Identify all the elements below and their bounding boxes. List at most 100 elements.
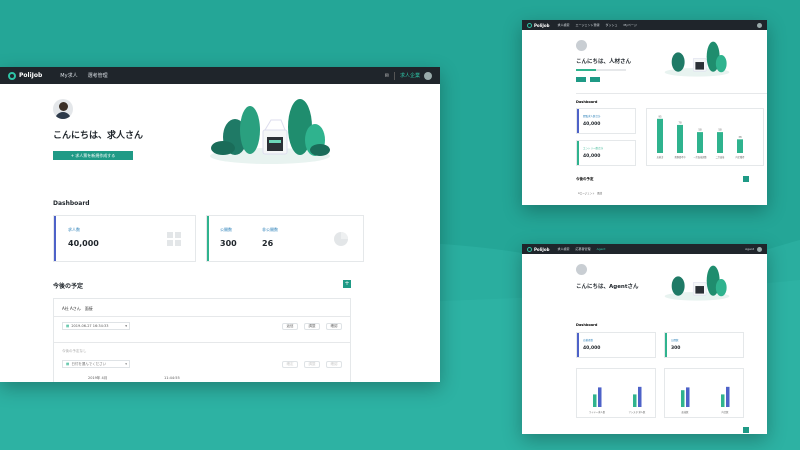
add-schedule-button[interactable] bbox=[743, 176, 749, 182]
logo-icon bbox=[527, 22, 532, 28]
grid-icon bbox=[167, 232, 181, 246]
agent-chart-right: 面接数 内定数 bbox=[664, 368, 744, 418]
agent-chart-left: ワイヤー求人数 アシスタ 求人数 bbox=[576, 368, 656, 418]
nav-3[interactable]: Agent bbox=[597, 247, 606, 251]
add-button[interactable] bbox=[743, 427, 749, 433]
status-bar-chart: 95 応募済 78 書類選考中 58 一次面接調整 58 二次面接 38 内定獲得 bbox=[657, 114, 745, 159]
nav-2[interactable]: エージェント登録 bbox=[576, 23, 600, 27]
profile-avatar bbox=[576, 264, 587, 275]
bar-green bbox=[681, 390, 685, 407]
create-job-button[interactable]: + 求人票を新規作成する bbox=[53, 151, 133, 160]
dashboard-title: Dashboard bbox=[576, 100, 598, 104]
card-label: 閲覧求人数合計 bbox=[583, 115, 601, 118]
greeting: こんにちは、求人さん bbox=[53, 131, 144, 141]
top-nav: PoliJob 求人検索 応募者管理 Agent Agent bbox=[522, 244, 767, 254]
nav-2[interactable]: 応募者管理 bbox=[576, 247, 591, 251]
unpublished-value: 26 bbox=[262, 239, 274, 248]
nav-4[interactable]: Myページ bbox=[624, 23, 637, 27]
top-nav: PoliJob My求人 選考管理 ✉ 求人企業 bbox=[0, 67, 440, 84]
jobs-count-card: 求人数 40,000 bbox=[53, 215, 196, 262]
published-card: 公開数 300 bbox=[664, 332, 744, 358]
card-accent bbox=[665, 333, 667, 357]
bar-blue bbox=[598, 387, 602, 407]
agent-bar-chart-right: 面接数 内定数 bbox=[681, 386, 730, 414]
bar-category-label: 二次面接 bbox=[716, 155, 726, 159]
logo[interactable]: PoliJob bbox=[527, 246, 550, 252]
status-chart: 95 応募済 78 書類選考中 58 一次面接調整 58 二次面接 38 内定獲得 bbox=[646, 108, 764, 166]
bar-value-label: 58 bbox=[718, 128, 722, 132]
nav-1[interactable]: 求人検索 bbox=[558, 23, 570, 27]
card-value: 40,000 bbox=[583, 346, 601, 351]
bar bbox=[657, 118, 663, 153]
avatar[interactable] bbox=[757, 22, 762, 28]
chevron-down-icon: ▾ bbox=[125, 324, 127, 328]
card-value: 40,000 bbox=[583, 122, 601, 127]
profile-avatar bbox=[576, 40, 587, 51]
btn-b[interactable] bbox=[590, 77, 600, 82]
bar-value-label: 78 bbox=[678, 120, 682, 124]
logo-icon bbox=[527, 246, 532, 252]
confirm-button-2[interactable]: 確認 bbox=[326, 361, 342, 368]
logo[interactable]: PoliJob bbox=[527, 22, 550, 28]
confirm-button[interactable]: 確認 bbox=[326, 323, 342, 330]
bar-blue bbox=[638, 386, 642, 407]
bar bbox=[697, 132, 703, 153]
user-label[interactable]: 求人企業 bbox=[400, 72, 420, 79]
profile-avatar bbox=[53, 99, 73, 119]
dashboard-title: Dashboard bbox=[576, 323, 598, 327]
bar bbox=[717, 132, 723, 153]
pie-icon bbox=[334, 232, 348, 246]
hero-illustration bbox=[664, 265, 730, 301]
bar-category-label: 一次面接調整 bbox=[693, 155, 707, 159]
logo-icon bbox=[8, 71, 16, 80]
adjust-button[interactable]: 調整 bbox=[304, 323, 320, 330]
bar-value-label: 38 bbox=[738, 135, 742, 139]
divider bbox=[54, 316, 350, 317]
card-accent bbox=[207, 216, 209, 261]
add-schedule-button[interactable]: + bbox=[343, 280, 351, 288]
card-value: 40,000 bbox=[68, 239, 99, 248]
unpublished-label: 非公開数 bbox=[262, 227, 278, 232]
date-select[interactable]: ▦ 2019-06-27 16:34:33 ▾ bbox=[62, 322, 130, 330]
viewed-card: 閲覧求人数合計 40,000 bbox=[576, 108, 636, 134]
bar-blue bbox=[686, 387, 690, 407]
greeting: こんにちは、Agentさん bbox=[576, 284, 639, 290]
divider bbox=[576, 93, 767, 94]
nav-3[interactable]: ダッシュ bbox=[606, 23, 618, 27]
top-nav: PoliJob 求人検索 エージェント登録 ダッシュ Myページ bbox=[522, 20, 767, 30]
card-label: 求人数 bbox=[68, 227, 80, 232]
logo[interactable]: PoliJob bbox=[8, 71, 42, 80]
date-select-empty[interactable]: ▦ 日付を選んでください ▾ bbox=[62, 360, 130, 368]
bar-category-label: 書類選考中 bbox=[675, 155, 686, 159]
bar-green bbox=[593, 394, 597, 407]
bar bbox=[677, 124, 683, 153]
bar-green bbox=[633, 394, 637, 407]
month-label: 2019年 4月 bbox=[88, 376, 108, 380]
card-label: エントリー数合計 bbox=[583, 147, 604, 150]
dashboard-title: Dashboard bbox=[53, 200, 90, 207]
logo-text: PoliJob bbox=[534, 22, 550, 28]
nav-1[interactable]: 求人検索 bbox=[558, 247, 570, 251]
hero-illustration bbox=[210, 99, 330, 164]
mail-icon[interactable]: ✉ bbox=[385, 73, 389, 79]
avatar-head bbox=[58, 102, 68, 111]
btn-a[interactable] bbox=[576, 77, 586, 82]
agent-window: PoliJob 求人検索 応募者管理 Agent Agent こんにちは、Age… bbox=[522, 244, 767, 434]
logo-text: PoliJob bbox=[534, 246, 550, 252]
adjust-button-2[interactable]: 調整 bbox=[304, 361, 320, 368]
reply-button[interactable]: 返信 bbox=[282, 323, 298, 330]
avatar[interactable] bbox=[424, 71, 432, 80]
user-label[interactable]: Agent bbox=[745, 247, 754, 251]
avatar[interactable] bbox=[757, 246, 762, 252]
schedule-title: 今後の予定 bbox=[576, 177, 594, 181]
schedule-item: A社 Aさん 面接 ▦ 2019-06-27 16:34:33 ▾ 返信 調整 確… bbox=[53, 298, 351, 382]
card-value: 300 bbox=[671, 346, 681, 351]
nav-my-jobs[interactable]: My求人 bbox=[60, 72, 77, 79]
fix-button[interactable]: 確定 bbox=[282, 361, 298, 368]
card-accent bbox=[577, 333, 579, 357]
group-label: ワイヤー求人数 bbox=[589, 410, 606, 414]
progress-fill bbox=[576, 69, 596, 71]
nav-selection[interactable]: 選考管理 bbox=[88, 72, 108, 79]
schedule-title: 今後の予定 bbox=[53, 283, 84, 290]
schedule-empty: 今後の予定なし bbox=[62, 349, 87, 353]
